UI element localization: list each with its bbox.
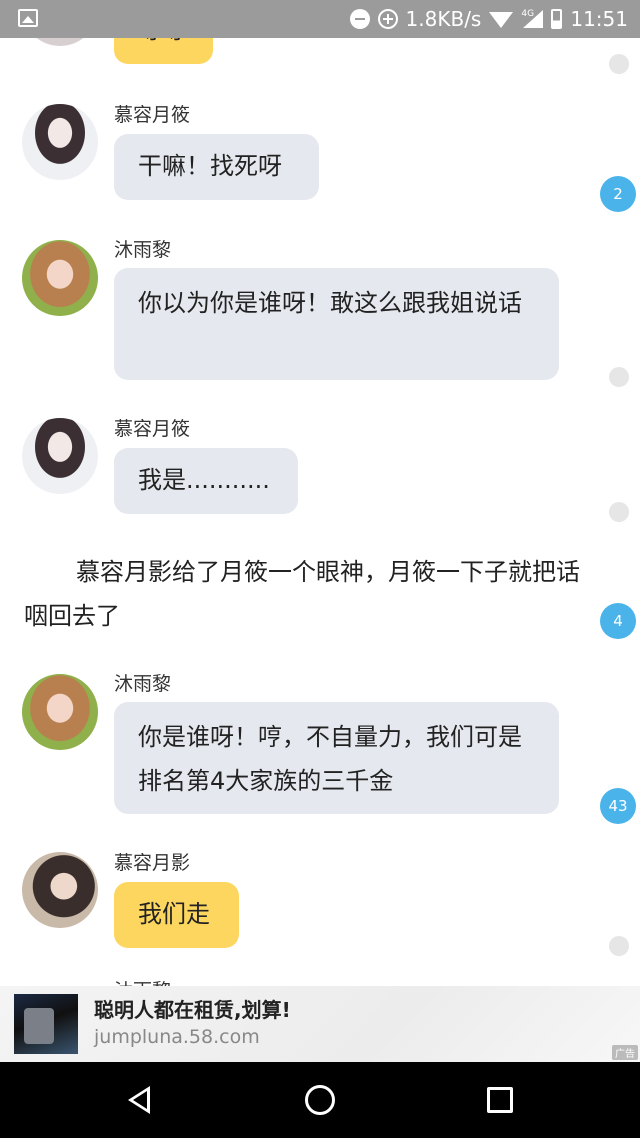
ad-image[interactable] bbox=[14, 994, 78, 1054]
home-icon[interactable] bbox=[305, 1085, 335, 1115]
sender-name: 慕容月筱 bbox=[114, 418, 191, 440]
network-type: 4G bbox=[521, 9, 535, 19]
ad-title[interactable]: 聪明人都在租赁,划算! bbox=[94, 994, 291, 1023]
cell-signal-icon: 4G bbox=[521, 9, 544, 28]
avatar[interactable] bbox=[22, 852, 98, 928]
message-bubble: 我们走 bbox=[114, 882, 239, 948]
ad-url[interactable]: jumpluna.58.com bbox=[94, 1026, 260, 1048]
comment-count-badge[interactable]: 4 bbox=[600, 603, 636, 639]
narration-text: 慕容月影给了月筱一个眼神，月筱一下子就把话咽回去了 bbox=[24, 558, 580, 630]
ad-label: 广告 bbox=[612, 1045, 638, 1060]
message-bubble: 你是谁呀！哼，不自量力，我们可是排名第4大家族的三千金 bbox=[114, 702, 559, 814]
wifi-icon bbox=[489, 12, 514, 28]
sender-name: 沐雨黎 bbox=[114, 673, 172, 695]
avatar[interactable] bbox=[22, 418, 98, 494]
unread-dot bbox=[609, 54, 629, 74]
do-not-disturb-icon bbox=[349, 9, 370, 29]
message-bubble: 你以为你是谁呀！敢这么跟我姐说话 bbox=[114, 268, 559, 380]
status-icons: 1.8KB/s 4G 11:51 bbox=[349, 0, 628, 38]
network-speed: 1.8KB/s bbox=[405, 7, 482, 31]
navigation-bar bbox=[0, 1062, 640, 1138]
message-bubble: 干嘛！找死呀 bbox=[114, 134, 319, 200]
sender-name: 慕容月影 bbox=[114, 852, 191, 874]
unread-dot bbox=[609, 367, 629, 387]
data-saver-icon bbox=[377, 9, 398, 29]
comment-count-badge[interactable]: 2 bbox=[600, 176, 636, 212]
ad-banner[interactable]: 聪明人都在租赁,划算! jumpluna.58.com 广告 bbox=[0, 986, 640, 1062]
comment-count-badge[interactable]: 43 bbox=[600, 788, 636, 824]
status-bar: 1.8KB/s 4G 11:51 bbox=[0, 0, 640, 38]
battery-icon bbox=[551, 9, 563, 29]
sender-name: 慕容月筱 bbox=[114, 104, 191, 126]
avatar[interactable] bbox=[22, 240, 98, 316]
recents-icon[interactable] bbox=[487, 1087, 513, 1113]
image-notification-icon bbox=[18, 9, 38, 27]
back-icon[interactable] bbox=[128, 1086, 150, 1114]
avatar[interactable] bbox=[22, 674, 98, 750]
unread-dot bbox=[609, 936, 629, 956]
clock: 11:51 bbox=[570, 7, 628, 31]
avatar[interactable] bbox=[22, 104, 98, 180]
sender-name: 沐雨黎 bbox=[114, 239, 172, 261]
message-bubble: 我是........... bbox=[114, 448, 298, 514]
unread-dot bbox=[609, 502, 629, 522]
